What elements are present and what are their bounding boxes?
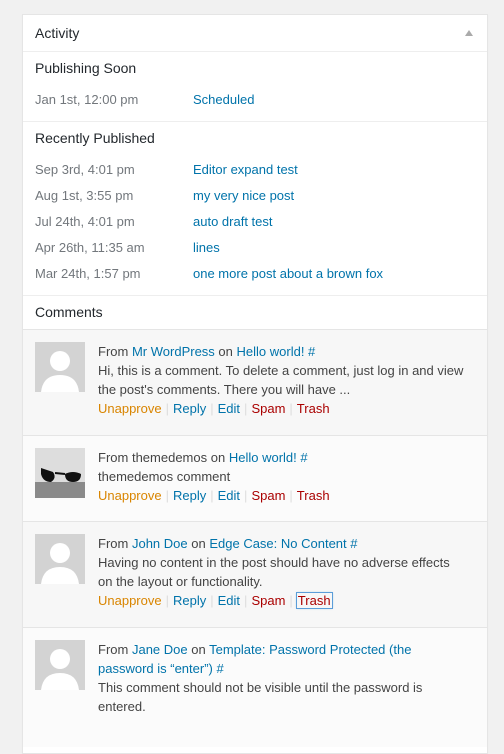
comment-text-line: on the layout or functionality. (98, 574, 263, 589)
comment-meta: From themedemos on Hello world! # (98, 448, 478, 467)
comment-text-line: entered. (98, 699, 146, 714)
edit-link[interactable]: Edit (218, 401, 240, 416)
comment-text: Having no content in the post should hav… (98, 553, 478, 591)
post-date: Mar 24th, 1:57 pm (35, 266, 141, 281)
activity-widget: Activity Publishing Soon Jan 1st, 12:00 … (22, 14, 488, 754)
section-title: Recently Published (35, 130, 155, 146)
edit-link[interactable]: Edit (218, 593, 240, 608)
comment-author: themedemos (131, 450, 208, 465)
post-link[interactable]: Scheduled (193, 92, 254, 107)
comment-text: This comment should not be visible until… (98, 678, 478, 716)
reply-link[interactable]: Reply (173, 401, 206, 416)
unapprove-link[interactable]: Unapprove (98, 401, 162, 416)
comment-post-link[interactable]: Hello world! # (229, 450, 308, 465)
from-label: From (98, 450, 129, 465)
post-link[interactable]: auto draft test (193, 214, 273, 229)
collapse-arrow-icon[interactable] (465, 30, 473, 36)
avatar (35, 640, 85, 690)
list-item: Apr 26th, 11:35 am lines (35, 240, 475, 260)
unapprove-link[interactable]: Unapprove (98, 488, 162, 503)
post-link[interactable]: one more post about a brown fox (193, 266, 383, 281)
comment-text: themedemos comment (98, 467, 478, 486)
sunglasses-avatar-icon (35, 448, 85, 498)
list-item: Mar 24th, 1:57 pm one more post about a … (35, 266, 475, 286)
list-item: Sep 3rd, 4:01 pm Editor expand test (35, 162, 475, 182)
comment-item: From Jane Doe on Template: Password Prot… (23, 627, 487, 747)
post-date: Aug 1st, 3:55 pm (35, 188, 134, 203)
post-date: Jan 1st, 12:00 pm (35, 92, 139, 107)
section-title: Publishing Soon (35, 60, 137, 76)
comment-post-link[interactable]: Hello world! # (237, 344, 316, 359)
trash-link[interactable]: Trash (295, 592, 333, 609)
on-label: on (191, 642, 206, 657)
comment-item: From Mr WordPress on Hello world! # Hi, … (23, 329, 487, 435)
comment-author-link[interactable]: Jane Doe (132, 642, 188, 657)
default-avatar-icon (35, 342, 85, 392)
list-item: Aug 1st, 3:55 pm my very nice post (35, 188, 475, 208)
comment-text-line: themedemos comment (98, 469, 231, 484)
comment-actions: Unapprove | Reply | Edit | Spam | Trash (98, 488, 330, 503)
spam-link[interactable]: Spam (251, 488, 285, 503)
comment-actions: Unapprove | Reply | Edit | Spam | Trash (98, 592, 333, 609)
comment-post-link[interactable]: password is “enter”) # (98, 661, 224, 676)
on-label: on (191, 536, 206, 551)
comment-author-link[interactable]: John Doe (132, 536, 188, 551)
comment-text: Hi, this is a comment. To delete a comme… (98, 361, 478, 399)
unapprove-link[interactable]: Unapprove (98, 593, 162, 608)
trash-link[interactable]: Trash (297, 401, 330, 416)
comment-item: From themedemos on Hello world! # themed… (23, 435, 487, 521)
post-date: Sep 3rd, 4:01 pm (35, 162, 135, 177)
avatar (35, 534, 85, 584)
spam-link[interactable]: Spam (251, 593, 285, 608)
from-label: From (98, 344, 129, 359)
avatar (35, 342, 85, 392)
comment-author-link[interactable]: Mr WordPress (132, 344, 215, 359)
recently-published-section: Recently Published Sep 3rd, 4:01 pm Edit… (23, 122, 487, 296)
section-title: Comments (35, 304, 103, 320)
comment-text-line: This comment should not be visible until… (98, 680, 423, 695)
comment-text-line: Hi, this is a comment. To delete a comme… (98, 363, 464, 378)
comment-actions: Unapprove | Reply | Edit | Spam | Trash (98, 401, 330, 416)
comment-meta: From Mr WordPress on Hello world! # (98, 342, 478, 361)
post-date: Apr 26th, 11:35 am (35, 240, 145, 255)
list-item: Jul 24th, 4:01 pm auto draft test (35, 214, 475, 234)
post-link[interactable]: my very nice post (193, 188, 294, 203)
on-label: on (210, 450, 226, 465)
comment-text-line: the post's comments. There you will have… (98, 382, 351, 397)
widget-title: Activity (35, 25, 80, 41)
post-date: Jul 24th, 4:01 pm (35, 214, 135, 229)
reply-link[interactable]: Reply (173, 593, 206, 608)
spam-link[interactable]: Spam (251, 401, 285, 416)
trash-link[interactable]: Trash (297, 488, 330, 503)
default-avatar-icon (35, 534, 85, 584)
avatar (35, 448, 85, 498)
comment-meta: From Jane Doe on Template: Password Prot… (98, 640, 478, 678)
edit-link[interactable]: Edit (218, 488, 240, 503)
publishing-soon-section: Publishing Soon Jan 1st, 12:00 pm Schedu… (23, 52, 487, 122)
list-item: Jan 1st, 12:00 pm Scheduled (35, 92, 475, 112)
default-avatar-icon (35, 640, 85, 690)
on-label: on (218, 344, 233, 359)
comment-item: From John Doe on Edge Case: No Content #… (23, 521, 487, 627)
reply-link[interactable]: Reply (173, 488, 206, 503)
comment-post-link[interactable]: Template: Password Protected (the (209, 642, 411, 657)
from-label: From (98, 536, 129, 551)
from-label: From (98, 642, 129, 657)
comment-post-link[interactable]: Edge Case: No Content # (209, 536, 357, 551)
post-link[interactable]: lines (193, 240, 220, 255)
widget-header[interactable]: Activity (23, 15, 487, 52)
comment-text-line: Having no content in the post should hav… (98, 555, 450, 570)
comment-meta: From John Doe on Edge Case: No Content # (98, 534, 478, 553)
post-link[interactable]: Editor expand test (193, 162, 298, 177)
